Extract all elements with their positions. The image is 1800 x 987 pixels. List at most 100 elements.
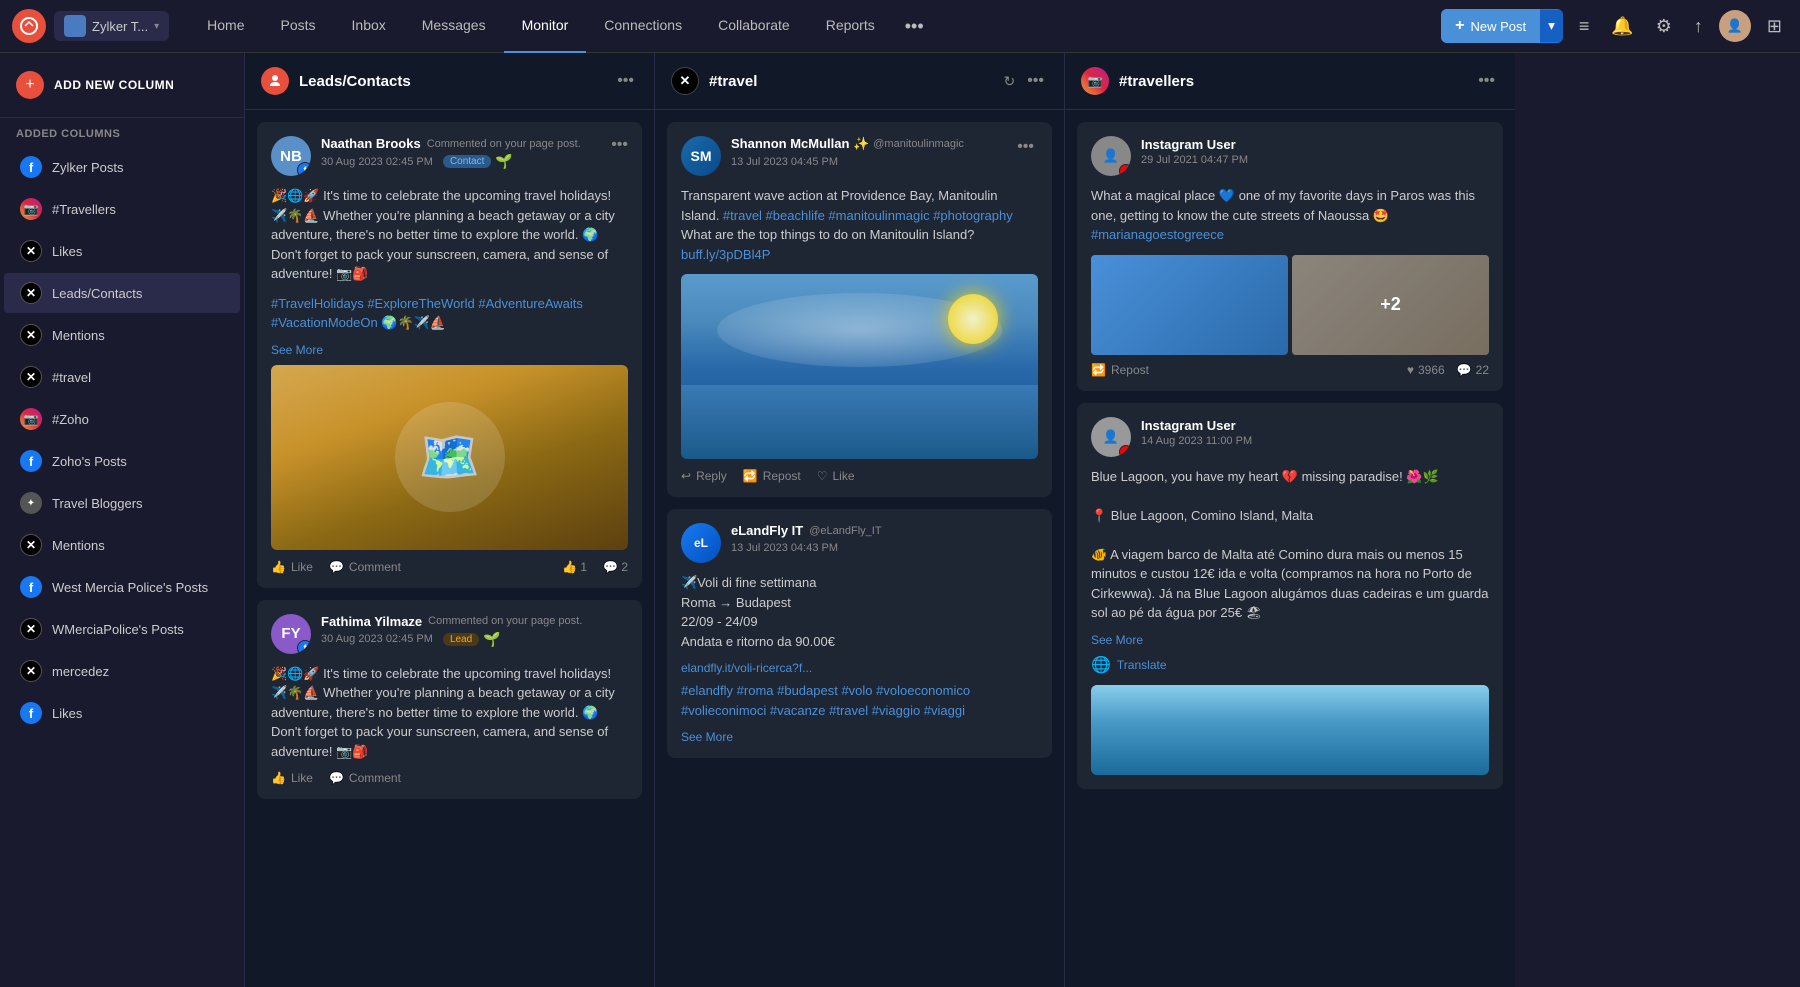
see-more-link[interactable]: See More: [1091, 633, 1489, 647]
facebook-icon: f: [20, 156, 42, 178]
user-avatar[interactable]: 👤: [1719, 10, 1751, 42]
nav-collaborate[interactable]: Collaborate: [700, 0, 808, 53]
comment-icon: 💬: [329, 771, 344, 785]
new-post-dropdown-button[interactable]: ▾: [1540, 10, 1563, 42]
x-icon: ✕: [20, 366, 42, 388]
insta-image-1: [1091, 255, 1288, 355]
column-travellers-header: 📷 #travellers •••: [1065, 53, 1515, 110]
sidebar-item-travel[interactable]: ✕ #travel: [4, 357, 240, 397]
elandfly-link[interactable]: elandfly.it/voli-ricerca?f...: [681, 661, 1038, 675]
repost-button[interactable]: 🔁 Repost: [743, 469, 801, 483]
column-leads-menu-button[interactable]: •••: [613, 70, 638, 92]
app-logo[interactable]: [12, 9, 46, 43]
post-shannon-meta: Shannon McMullan ✨ @manitoulinmagic 13 J…: [731, 136, 1003, 170]
add-column-icon: +: [16, 71, 44, 99]
like-button[interactable]: ♡ Like: [817, 469, 855, 483]
sidebar-item-travellers[interactable]: 📷 #Travellers: [4, 189, 240, 229]
reply-button[interactable]: ↩ Reply: [681, 469, 727, 483]
column-travellers-menu-button[interactable]: •••: [1474, 70, 1499, 92]
menu-toggle-button[interactable]: ≡: [1573, 12, 1596, 41]
post-insta1-meta: Instagram User 29 Jul 2021 04:47 PM: [1141, 136, 1489, 166]
see-more-link[interactable]: See More: [681, 730, 1038, 744]
sidebar-item-wmercia-posts[interactable]: ✕ WMerciaPolice's Posts: [4, 609, 240, 649]
post-timestamp: 13 Jul 2023 04:45 PM: [731, 156, 838, 168]
reply-icon: ↩: [681, 469, 691, 483]
add-new-column-button[interactable]: + ADD NEW COLUMN: [0, 53, 244, 118]
sidebar-item-mercedez[interactable]: ✕ mercedez: [4, 651, 240, 691]
sidebar-item-label: Zoho's Posts: [52, 454, 127, 469]
sidebar-item-label: Zylker Posts: [52, 160, 124, 175]
column-leads-title: Leads/Contacts: [299, 73, 613, 90]
nav-posts[interactable]: Posts: [263, 0, 334, 53]
sidebar-item-west-mercia[interactable]: f West Mercia Police's Posts: [4, 567, 240, 607]
post-insta1-header: 👤 Instagram User 29 Jul 2021 04:47 PM: [1091, 136, 1489, 176]
post-author-name: Instagram User: [1141, 418, 1236, 433]
post-elandfly-meta: eLandFly IT @eLandFly_IT 13 Jul 2023 04:…: [731, 523, 1038, 556]
lead-tag: Lead: [443, 633, 479, 646]
sidebar-item-zoho[interactable]: 📷 #Zoho: [4, 399, 240, 439]
sidebar-item-zylker-posts[interactable]: f Zylker Posts: [4, 147, 240, 187]
columns-area: Leads/Contacts ••• NB f Naatha: [245, 53, 1800, 987]
share-button[interactable]: ↑: [1688, 12, 1709, 41]
refresh-icon[interactable]: ↻: [1003, 73, 1015, 90]
post-naathan-avatar: NB f: [271, 136, 311, 176]
post-fathima-avatar: FY f: [271, 614, 311, 654]
nav-reports[interactable]: Reports: [808, 0, 893, 53]
sidebar-item-zohos-posts[interactable]: f Zoho's Posts: [4, 441, 240, 481]
nav-messages[interactable]: Messages: [404, 0, 504, 53]
see-more-link[interactable]: See More: [271, 343, 628, 357]
column-travellers-title: #travellers: [1119, 73, 1474, 90]
nav-connections[interactable]: Connections: [586, 0, 700, 53]
post-fathima: FY f Fathima Yilmaze Commented on your p…: [257, 600, 642, 800]
facebook-icon: f: [20, 450, 42, 472]
sidebar-item-travel-bloggers[interactable]: ✦ Travel Bloggers: [4, 483, 240, 523]
column-travel-menu-button[interactable]: •••: [1023, 70, 1048, 92]
post-timestamp: 14 Aug 2023 11:00 PM: [1141, 435, 1489, 447]
sidebar-item-label: Likes: [52, 244, 82, 259]
post-fathima-meta: Fathima Yilmaze Commented on your page p…: [321, 614, 628, 648]
sidebar-item-likes-2[interactable]: f Likes: [4, 693, 240, 733]
post-menu-icon[interactable]: •••: [611, 136, 628, 154]
sidebar-item-label: Leads/Contacts: [52, 286, 142, 301]
post-image: 🗺️: [271, 365, 628, 550]
repost-label: Repost: [763, 469, 801, 483]
nav-monitor[interactable]: Monitor: [504, 0, 587, 53]
post-elandfly-avatar: eL: [681, 523, 721, 563]
sidebar-item-likes-1[interactable]: ✕ Likes: [4, 231, 240, 271]
brand-dropdown-icon: ▾: [154, 21, 159, 32]
like-button[interactable]: 👍 Like: [271, 771, 313, 785]
nav-inbox[interactable]: Inbox: [334, 0, 404, 53]
nav-more-icon[interactable]: •••: [893, 16, 936, 37]
brand-selector[interactable]: Zylker T... ▾: [54, 11, 169, 41]
brand-icon: [64, 15, 86, 37]
comment-button[interactable]: 💬 Comment: [329, 771, 401, 785]
apps-button[interactable]: ⊞: [1761, 12, 1788, 41]
sidebar-item-mentions-1[interactable]: ✕ Mentions: [4, 315, 240, 355]
repost-button[interactable]: 🔁 Repost: [1091, 363, 1149, 377]
post-naathan: NB f Naathan Brooks Commented on your pa…: [257, 122, 642, 588]
sidebar-item-leads-contacts[interactable]: ✕ Leads/Contacts: [4, 273, 240, 313]
facebook-badge-icon: f: [297, 162, 311, 176]
post-insta-user-1: 👤 Instagram User 29 Jul 2021 04:47 PM Wh…: [1077, 122, 1503, 391]
translate-link[interactable]: Translate: [1117, 658, 1167, 672]
post-stats: 🔁 Repost ♥ 3966 💬 22: [1091, 363, 1489, 377]
post-naathan-header: NB f Naathan Brooks Commented on your pa…: [271, 136, 628, 176]
post-insta1-avatar: 👤: [1091, 136, 1131, 176]
post-timestamp: 29 Jul 2021 04:47 PM: [1141, 154, 1489, 166]
comment-label: Comment: [349, 771, 401, 785]
settings-button[interactable]: ⚙: [1650, 12, 1678, 41]
comment-count: 💬 22: [1457, 363, 1489, 377]
post-menu-button[interactable]: •••: [1013, 136, 1038, 158]
notifications-button[interactable]: 🔔: [1605, 12, 1639, 41]
comment-button[interactable]: 💬 Comment: [329, 560, 401, 574]
post-actions: 👍 Like 💬 Comment: [271, 771, 628, 785]
like-icon: ♡: [817, 469, 828, 483]
like-label: Like: [833, 469, 855, 483]
nav-home[interactable]: Home: [189, 0, 262, 53]
post-content: Blue Lagoon, you have my heart 💔 missing…: [1091, 467, 1489, 623]
like-button[interactable]: 👍 Like: [271, 560, 313, 574]
new-post-button[interactable]: + New Post: [1441, 9, 1540, 43]
post-content: What a magical place 💙 one of my favorit…: [1091, 186, 1489, 245]
blue-water-image: [1091, 685, 1489, 775]
sidebar-item-mentions-2[interactable]: ✕ Mentions: [4, 525, 240, 565]
